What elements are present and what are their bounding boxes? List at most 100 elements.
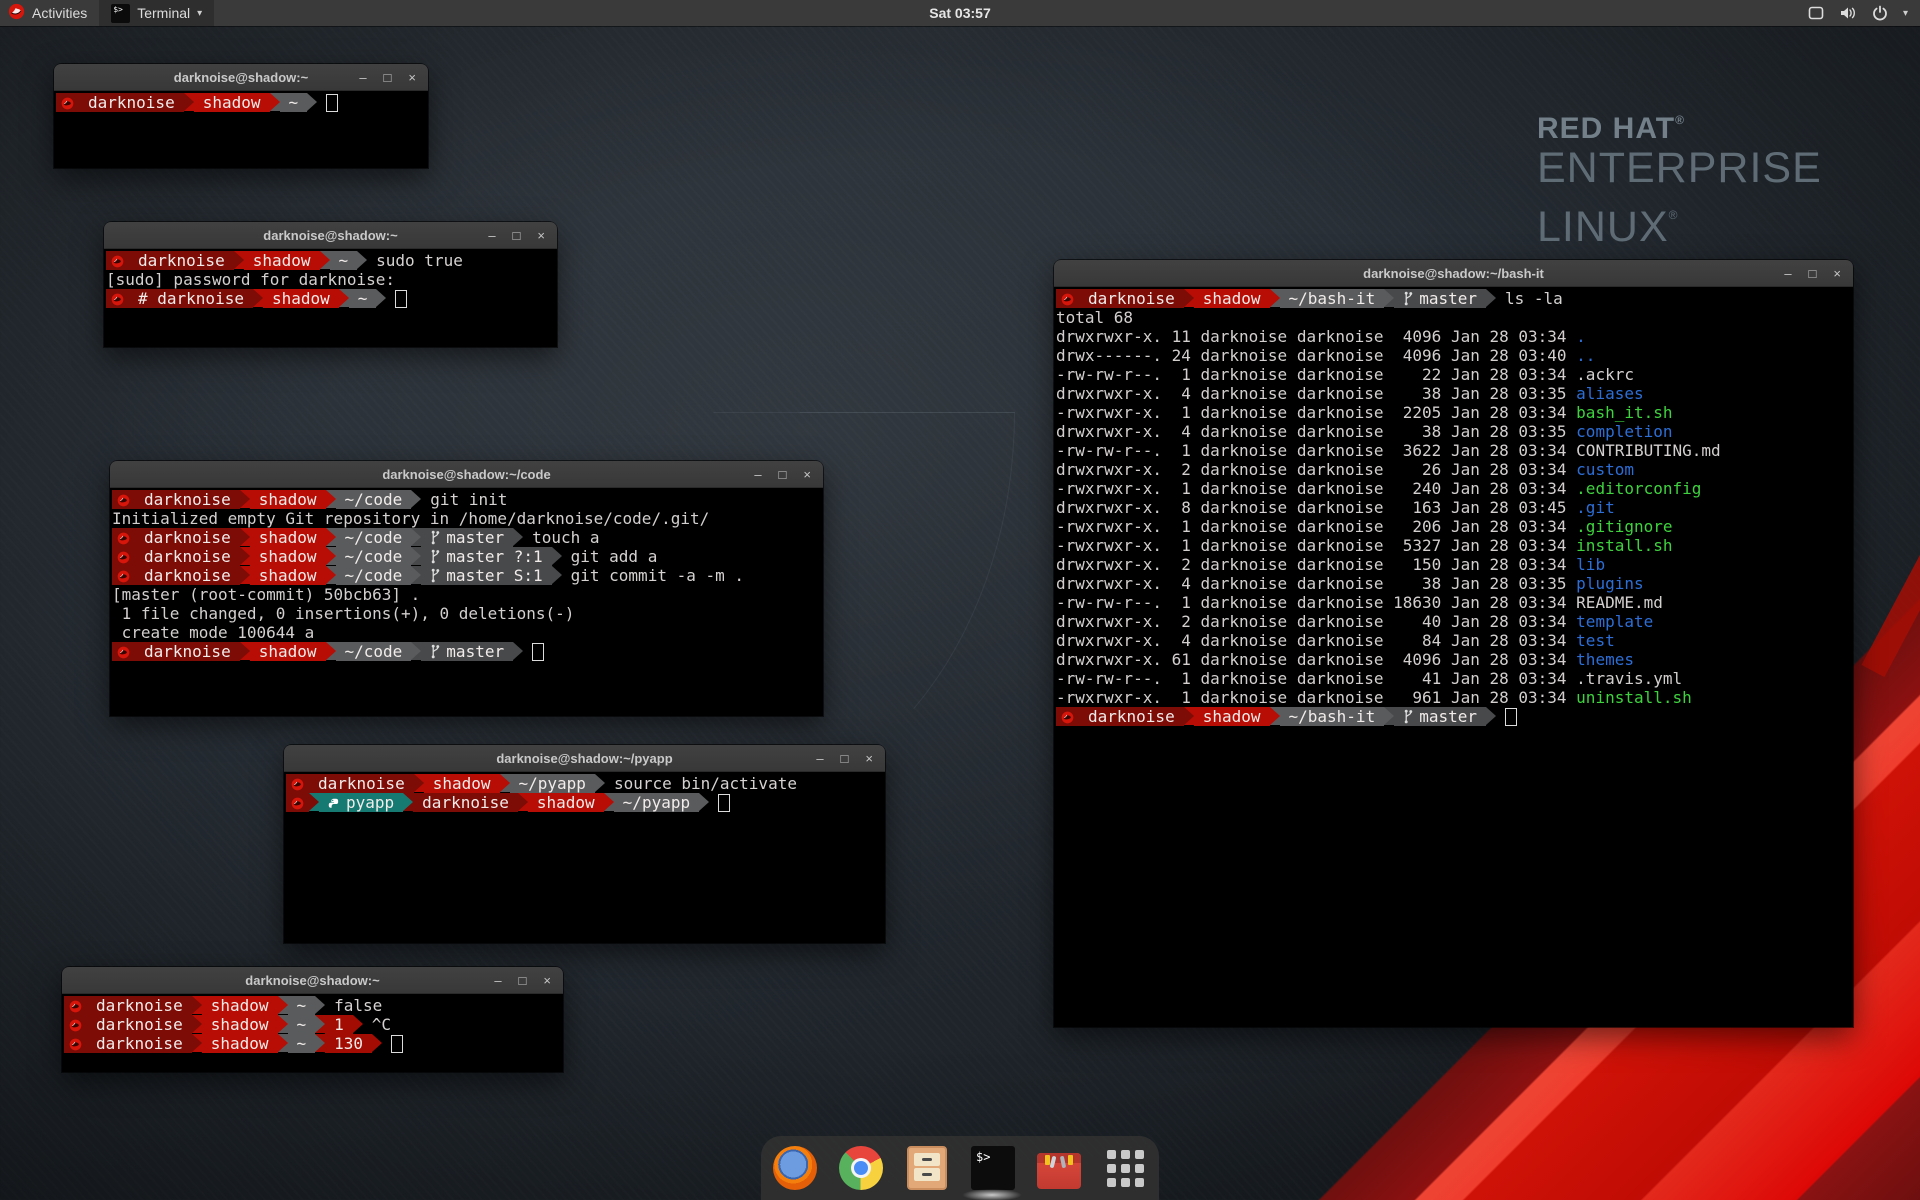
redhat-prompt-icon <box>117 494 130 507</box>
redhat-prompt-icon <box>291 797 304 810</box>
terminal-body[interactable]: darknoiseshadow~ <box>54 91 428 168</box>
maximize-button[interactable]: □ <box>384 71 392 84</box>
powerline-arrow <box>192 1034 202 1052</box>
terminal-cursor <box>326 94 338 112</box>
ls-entry-name: . <box>1576 327 1586 346</box>
dock-item-toolbox[interactable] <box>1036 1145 1082 1191</box>
terminal-line: [sudo] password for darknoise: <box>106 270 555 289</box>
powerline-arrow <box>1384 707 1394 725</box>
ls-entry-meta: -rw-rw-r--. 1 darknoise darknoise 22 Jan… <box>1056 365 1576 384</box>
powerline-arrow <box>403 793 413 811</box>
ls-entry-name: install.sh <box>1576 536 1672 555</box>
terminal-window-sudo: darknoise@shadow:~–□×darknoiseshadow~sud… <box>104 222 557 347</box>
minimize-button[interactable]: – <box>816 752 823 765</box>
terminal-body[interactable]: darknoiseshadow~/codegit initInitialized… <box>110 488 823 716</box>
output-text: Initialized empty Git repository in /hom… <box>112 509 709 528</box>
terminal-body[interactable]: darknoiseshadow~/pyappsource bin/activat… <box>284 772 885 943</box>
ls-entry-meta: -rw-rw-r--. 1 darknoise darknoise 41 Jan… <box>1056 669 1576 688</box>
prompt-segment-user: darknoise <box>87 1034 192 1053</box>
brand-line3: LINUX <box>1537 203 1669 251</box>
powerline-arrow <box>513 642 523 660</box>
ls-entry-name: .ackrc <box>1576 365 1634 384</box>
terminal-body[interactable]: darknoiseshadow~/bash-itmasterls -latota… <box>1054 287 1853 1027</box>
git-branch-icon <box>430 549 441 564</box>
ls-entry-meta: drwxrwxr-x. 4 darknoise darknoise 38 Jan… <box>1056 384 1576 403</box>
powerline-arrow <box>326 642 336 660</box>
powerline-arrow <box>414 774 424 792</box>
powerline-arrow <box>278 1034 288 1052</box>
system-status-area[interactable]: ▾ <box>1808 5 1920 21</box>
dock-item-files[interactable] <box>904 1145 950 1191</box>
close-button[interactable]: × <box>1833 267 1841 280</box>
git-branch-icon <box>430 568 441 583</box>
prompt-hat-segment <box>112 566 135 585</box>
command-text: git init <box>430 490 507 509</box>
maximize-button[interactable]: □ <box>841 752 849 765</box>
prompt-segment-git: master <box>1394 289 1486 308</box>
prompt-segment-path: ~ <box>288 1015 316 1034</box>
prompt-hat-segment <box>112 528 135 547</box>
window-titlebar[interactable]: darknoise@shadow:~/bash-it–□× <box>1054 260 1853 287</box>
redhat-prompt-icon <box>117 570 130 583</box>
command-text: git commit -a -m . <box>571 566 744 585</box>
powerline-arrow <box>411 490 421 508</box>
terminal-line: drwxrwxr-x. 11 darknoise darknoise 4096 … <box>1056 327 1851 346</box>
maximize-button[interactable]: □ <box>1809 267 1817 280</box>
activities-button[interactable]: Activities <box>0 0 99 26</box>
dock-item-app-grid[interactable] <box>1102 1145 1148 1191</box>
minimize-button[interactable]: – <box>494 974 501 987</box>
maximize-button[interactable]: □ <box>519 974 527 987</box>
app-menu-terminal[interactable]: $> Terminal ▾ <box>99 0 214 26</box>
terminal-body[interactable]: darknoiseshadow~falsedarknoiseshadow~1^C… <box>62 994 563 1072</box>
ls-entry-name: .editorconfig <box>1576 479 1701 498</box>
clock[interactable]: Sat 03:57 <box>0 5 1920 21</box>
powerline-arrow <box>315 1015 325 1033</box>
maximize-button[interactable]: □ <box>779 468 787 481</box>
powerline-arrow <box>278 996 288 1014</box>
git-branch-icon <box>430 530 441 545</box>
prompt-segment-git: master <box>421 528 513 547</box>
minimize-button[interactable]: – <box>488 229 495 242</box>
powerline-arrow <box>270 93 280 111</box>
terminal-body[interactable]: darknoiseshadow~sudo true[sudo] password… <box>104 249 557 347</box>
wallpaper-red-stripe-small <box>1861 409 1920 677</box>
window-titlebar[interactable]: darknoise@shadow:~–□× <box>54 64 428 91</box>
ls-entry-name: themes <box>1576 650 1634 669</box>
dock: $> <box>761 1136 1159 1200</box>
minimize-button[interactable]: – <box>359 71 366 84</box>
ls-entry-meta: -rw-rw-r--. 1 darknoise darknoise 18630 … <box>1056 593 1576 612</box>
prompt-segment-git: master <box>421 642 513 661</box>
window-titlebar[interactable]: darknoise@shadow:~–□× <box>62 967 563 994</box>
close-button[interactable]: × <box>537 229 545 242</box>
powerline-arrow <box>411 528 421 546</box>
close-button[interactable]: × <box>865 752 873 765</box>
prompt-segment-host: shadow <box>528 793 604 812</box>
maximize-button[interactable]: □ <box>513 229 521 242</box>
close-button[interactable]: × <box>803 468 811 481</box>
window-titlebar[interactable]: darknoise@shadow:~/code–□× <box>110 461 823 488</box>
powerline-arrow <box>307 93 317 111</box>
registered-mark: ® <box>1669 208 1679 222</box>
rhel-brand-logo: RED HAT® ENTERPRISE LINUX® <box>1537 104 1822 251</box>
terminal-line: darknoiseshadow~false <box>64 996 561 1015</box>
powerline-arrow <box>184 93 194 111</box>
powerline-arrow <box>513 528 523 546</box>
output-text: create mode 100644 a <box>112 623 314 642</box>
window-titlebar[interactable]: darknoise@shadow:~–□× <box>104 222 557 249</box>
dock-item-firefox[interactable] <box>772 1145 818 1191</box>
minimize-button[interactable]: – <box>1784 267 1791 280</box>
prompt-segment-user: darknoise <box>135 566 240 585</box>
close-button[interactable]: × <box>543 974 551 987</box>
window-titlebar[interactable]: darknoise@shadow:~/pyapp–□× <box>284 745 885 772</box>
command-text: false <box>334 996 382 1015</box>
minimize-button[interactable]: – <box>754 468 761 481</box>
terminal-line: drwxrwxr-x. 61 darknoise darknoise 4096 … <box>1056 650 1851 669</box>
dock-item-terminal[interactable]: $> <box>970 1145 1016 1191</box>
dock-item-chrome[interactable] <box>838 1145 884 1191</box>
prompt-segment-user: darknoise <box>135 528 240 547</box>
close-button[interactable]: × <box>408 71 416 84</box>
prompt-segment-path: ~/code <box>336 490 412 509</box>
terminal-line: drwxrwxr-x. 4 darknoise darknoise 38 Jan… <box>1056 384 1851 403</box>
powerline-arrow <box>411 566 421 584</box>
ls-entry-name: .. <box>1576 346 1595 365</box>
